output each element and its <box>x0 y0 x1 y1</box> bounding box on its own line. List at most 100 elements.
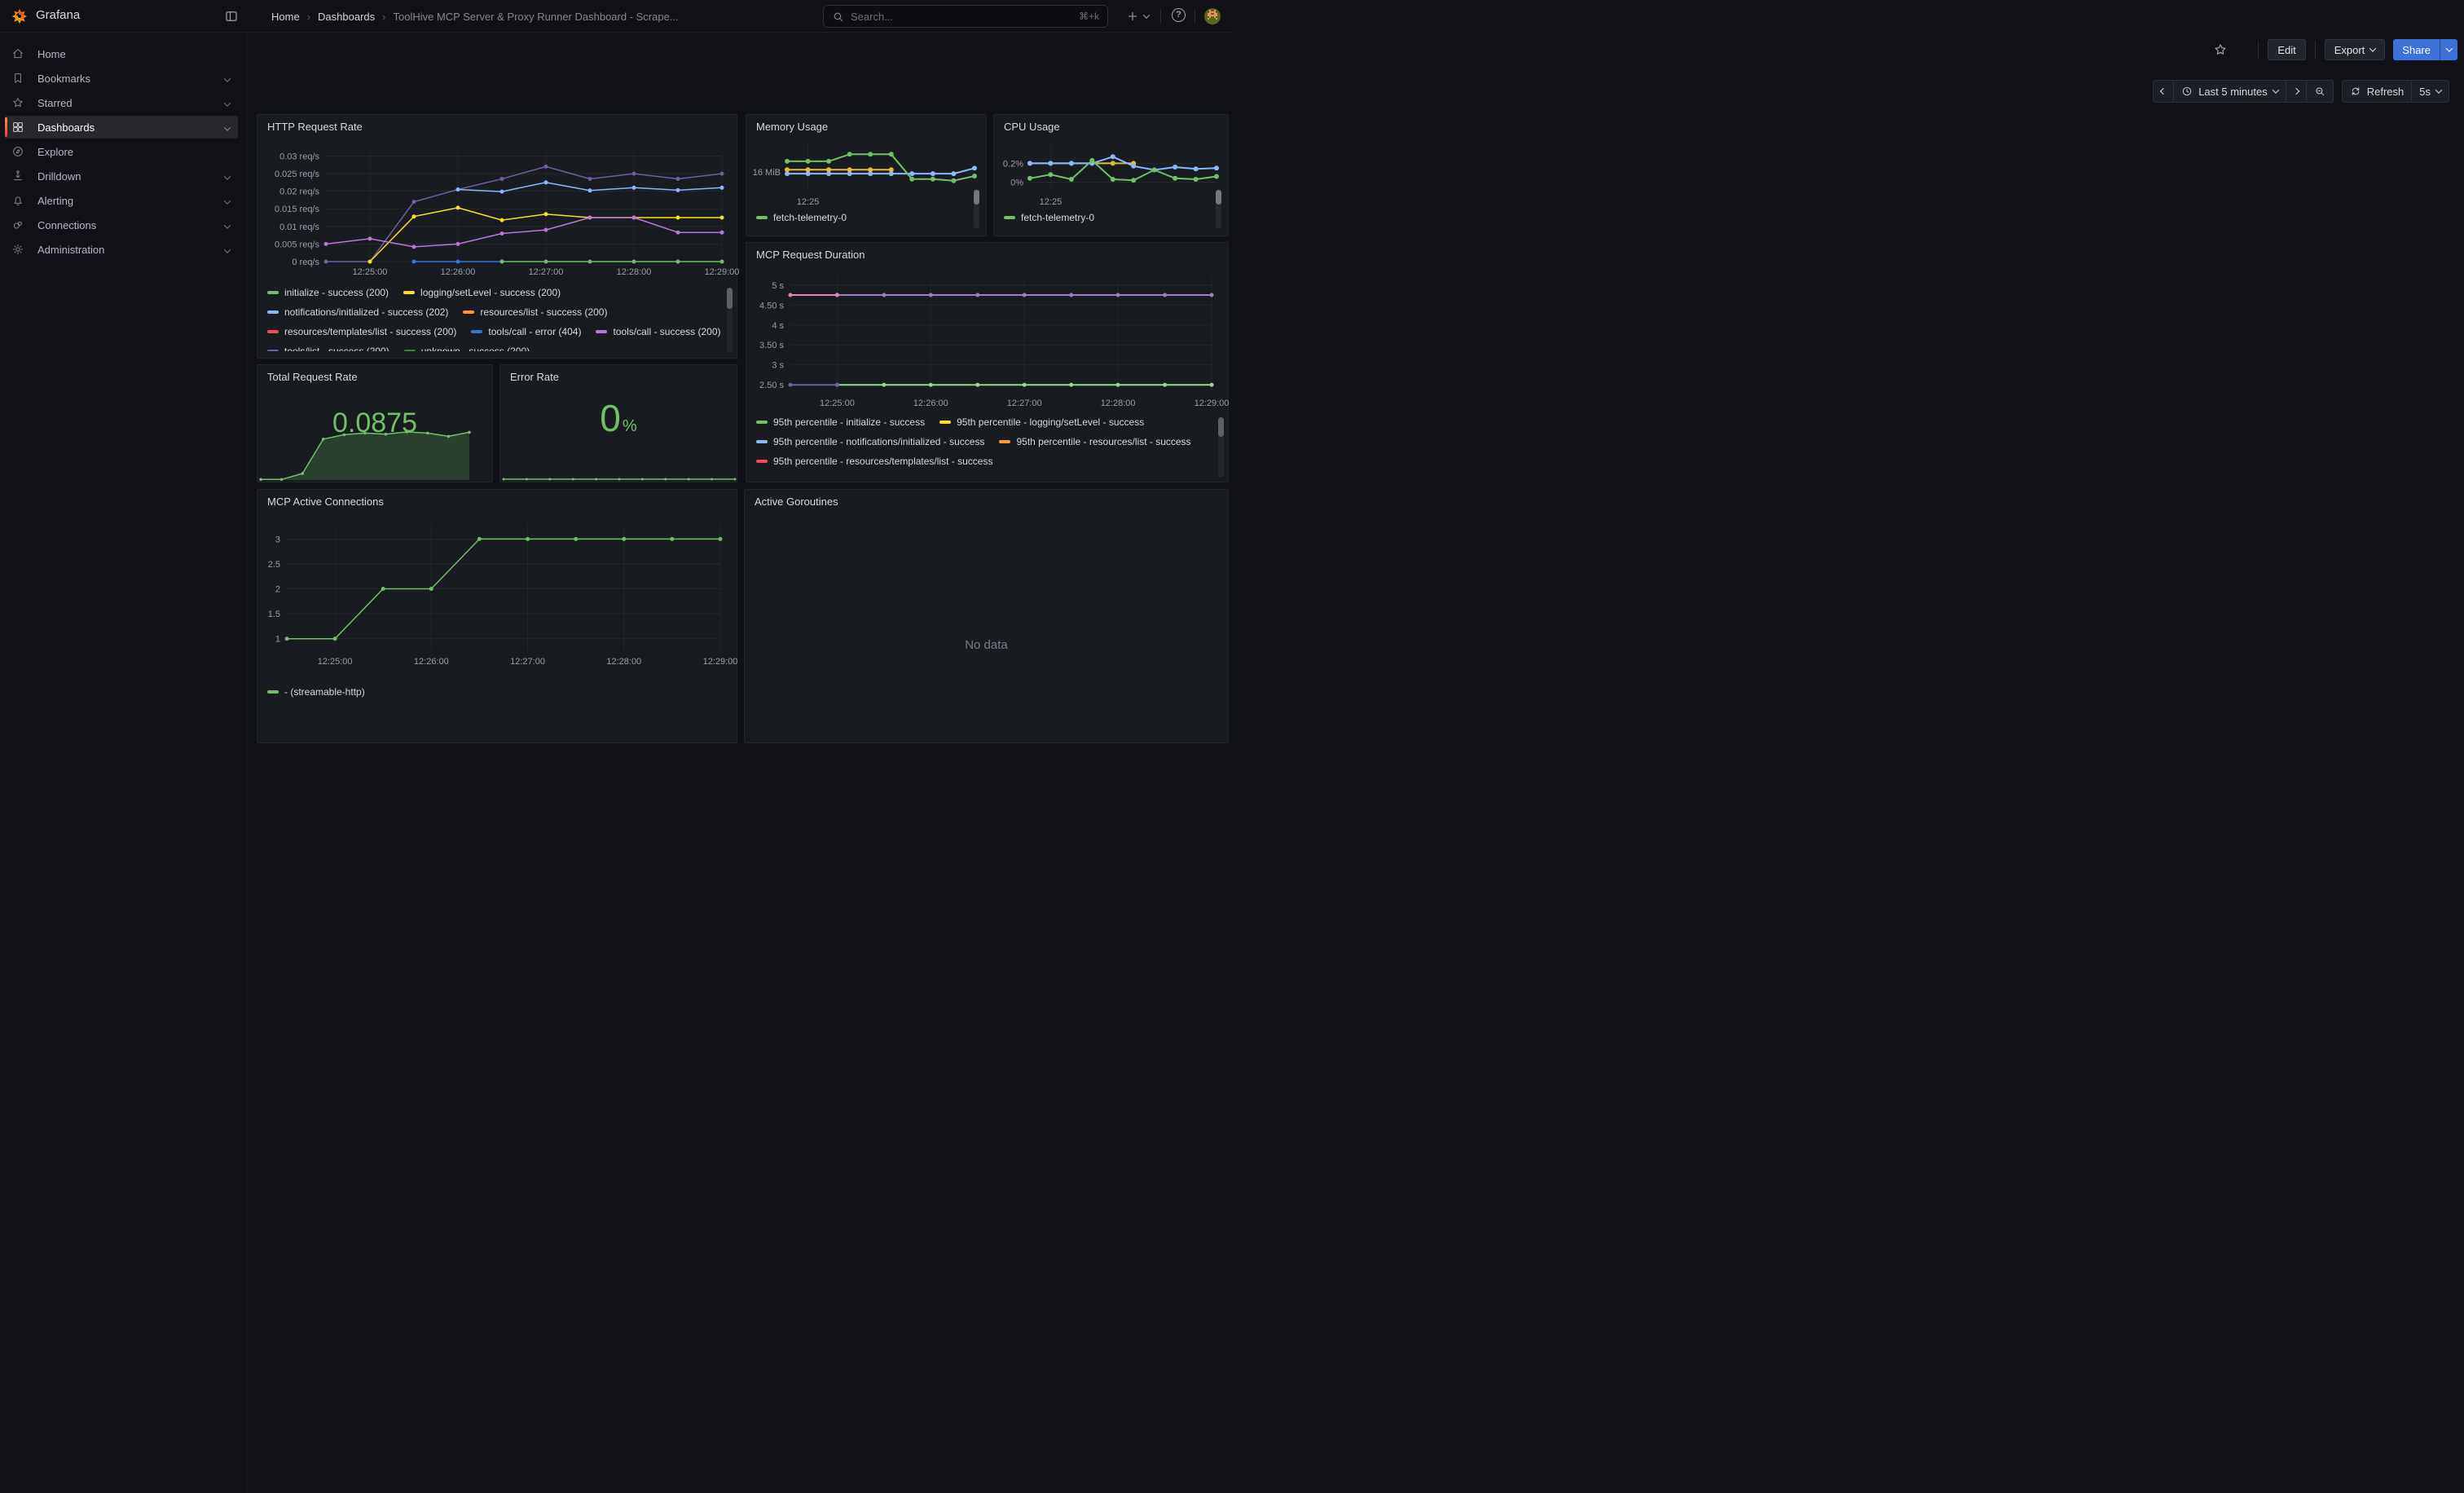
legend-item[interactable]: - (streamable-http) <box>267 685 365 698</box>
chevron-down-icon[interactable] <box>225 170 230 183</box>
legend-item[interactable]: tools/list - success (200) <box>267 345 389 351</box>
svg-text:12:29:00: 12:29:00 <box>1195 399 1230 408</box>
time-forward-button[interactable] <box>2286 81 2306 102</box>
legend-item[interactable]: notifications/initialized - success (202… <box>267 306 448 319</box>
panel-mcp-active-connections: MCP Active Connections 11.522.5312:25:00… <box>257 489 737 743</box>
legend-item[interactable]: fetch-telemetry-0 <box>756 211 847 224</box>
svg-text:2.50 s: 2.50 s <box>759 381 784 390</box>
legend-color-chip <box>756 460 768 463</box>
svg-text:0.025 req/s: 0.025 req/s <box>275 170 320 179</box>
legend-item[interactable]: 95th percentile - logging/setLevel - suc… <box>939 416 1144 429</box>
refresh-interval-label: 5s <box>2419 86 2431 98</box>
chevron-down-icon[interactable] <box>225 97 230 109</box>
cpu-usage-chart[interactable]: 0%0.2%12:25 <box>997 136 1225 206</box>
svg-text:0.02 req/s: 0.02 req/s <box>279 187 319 197</box>
legend-scrollbar[interactable] <box>1218 417 1224 478</box>
breadcrumb-dashboards[interactable]: Dashboards <box>318 11 375 23</box>
panel-title[interactable]: Active Goroutines <box>745 490 1228 508</box>
user-avatar[interactable] <box>1204 8 1221 24</box>
panel-title[interactable]: Total Request Rate <box>257 365 492 383</box>
chevron-down-icon[interactable] <box>225 121 230 134</box>
sidebar-item-bookmarks[interactable]: Bookmarks <box>5 67 238 90</box>
sidebar-item-home[interactable]: Home <box>5 42 238 65</box>
legend-color-chip <box>463 310 474 314</box>
http-legend: initialize - success (200) logging/setLev… <box>267 286 722 351</box>
svg-text:12:25:00: 12:25:00 <box>820 399 855 408</box>
active-accent-bar <box>5 117 7 137</box>
memory-usage-chart[interactable]: 16 MiB12:25 <box>750 136 983 206</box>
svg-text:0.01 req/s: 0.01 req/s <box>279 222 319 232</box>
sidebar-item-connections[interactable]: Connections <box>5 214 238 236</box>
legend-item[interactable]: unknown - success (200) <box>404 345 530 351</box>
time-range-picker[interactable]: Last 5 minutes <box>2173 81 2286 102</box>
chevron-down-icon[interactable] <box>225 195 230 207</box>
legend-color-chip <box>267 690 279 694</box>
time-range-label: Last 5 minutes <box>2198 86 2268 98</box>
panel-title[interactable]: HTTP Request Rate <box>257 115 737 133</box>
error-rate-sparkline[interactable] <box>502 474 737 482</box>
chevron-down-icon[interactable] <box>225 73 230 85</box>
panel-scrollbar[interactable] <box>974 188 979 229</box>
add-caret-icon[interactable] <box>1141 7 1152 26</box>
legend-item[interactable]: initialize - success (200) <box>267 286 389 299</box>
add-button[interactable] <box>1123 7 1142 26</box>
legend-item[interactable]: tools/call - error (404) <box>471 325 581 338</box>
panel-title[interactable]: Memory Usage <box>746 115 986 133</box>
help-icon[interactable]: ? <box>1172 7 1191 26</box>
breadcrumb-separator: › <box>307 11 310 23</box>
svg-text:4.50 s: 4.50 s <box>759 301 784 310</box>
panel-mcp-request-duration: MCP Request Duration 2.50 s3 s3.50 s4 s4… <box>746 242 1229 482</box>
legend-item[interactable]: 95th percentile - notifications/initiali… <box>756 435 984 448</box>
legend-item[interactable]: 95th percentile - resources/list - succe… <box>999 435 1190 448</box>
search-input[interactable] <box>851 11 1072 23</box>
svg-text:0%: 0% <box>1010 178 1023 187</box>
sidebar-nav: Home Bookmarks Starred Dashboards Explor… <box>0 33 247 1493</box>
legend-item[interactable]: fetch-telemetry-0 <box>1004 211 1094 224</box>
error-rate-unit: % <box>623 417 637 435</box>
grafana-logo-icon <box>11 7 29 25</box>
svg-text:0.03 req/s: 0.03 req/s <box>279 152 319 161</box>
svg-text:4 s: 4 s <box>772 321 784 331</box>
share-caret-icon[interactable] <box>2440 39 2457 60</box>
edit-button[interactable]: Edit <box>2268 39 2305 60</box>
sidebar-item-explore[interactable]: Explore <box>5 140 238 163</box>
sidebar-item-starred[interactable]: Starred <box>5 91 238 114</box>
export-button[interactable]: Export <box>2325 39 2386 60</box>
legend-item[interactable]: tools/call - success (200) <box>596 325 720 338</box>
http-request-rate-chart[interactable]: 0 req/s0.005 req/s0.01 req/s0.015 req/s0… <box>262 144 733 280</box>
sidebar-item-label: Bookmarks <box>37 73 90 85</box>
favorite-star-icon[interactable] <box>2210 39 2231 60</box>
refresh-interval-picker[interactable]: 5s <box>2411 81 2449 102</box>
panel-scrollbar[interactable] <box>1216 188 1221 229</box>
svg-text:12:29:00: 12:29:00 <box>703 657 738 667</box>
legend-scrollbar[interactable] <box>727 288 733 353</box>
breadcrumb-home[interactable]: Home <box>271 11 300 23</box>
sidebar-item-administration[interactable]: Administration <box>5 238 238 261</box>
sidebar-item-dashboards[interactable]: Dashboards <box>5 116 238 139</box>
legend-item[interactable]: 95th percentile - initialize - success <box>756 416 925 429</box>
panel-title[interactable]: MCP Request Duration <box>746 243 1228 261</box>
legend-color-chip <box>1004 216 1015 219</box>
refresh-button[interactable]: Refresh <box>2343 81 2412 102</box>
zoom-out-icon[interactable] <box>2306 81 2333 102</box>
legend-item[interactable]: 95th percentile - resources/templates/li… <box>756 455 992 468</box>
sidebar-toggle-icon[interactable] <box>222 7 241 26</box>
panel-title[interactable]: CPU Usage <box>994 115 1228 133</box>
legend-item[interactable]: resources/templates/list - success (200) <box>267 325 456 338</box>
svg-text:16 MiB: 16 MiB <box>753 168 781 178</box>
sidebar-item-drilldown[interactable]: Drilldown <box>5 165 238 187</box>
sidebar-item-alerting[interactable]: Alerting <box>5 189 238 212</box>
panel-title[interactable]: MCP Active Connections <box>257 490 737 508</box>
search-box[interactable]: ⌘+k <box>823 5 1108 28</box>
legend-item[interactable]: logging/setLevel - success (200) <box>403 286 561 299</box>
svg-text:12:26:00: 12:26:00 <box>414 657 449 667</box>
mcp-active-connections-chart[interactable]: 11.522.5312:25:0012:26:0012:27:0012:28:0… <box>262 516 733 676</box>
chevron-down-icon[interactable] <box>225 244 230 256</box>
panel-title[interactable]: Error Rate <box>500 365 737 383</box>
legend-item[interactable]: resources/list - success (200) <box>463 306 607 319</box>
mcp-request-duration-chart[interactable]: 2.50 s3 s3.50 s4 s4.50 s5 s12:25:0012:26… <box>751 269 1225 412</box>
sidebar-item-label: Alerting <box>37 195 73 207</box>
share-button[interactable]: Share <box>2393 39 2440 60</box>
time-back-button[interactable] <box>2154 81 2173 102</box>
chevron-down-icon[interactable] <box>225 219 230 231</box>
